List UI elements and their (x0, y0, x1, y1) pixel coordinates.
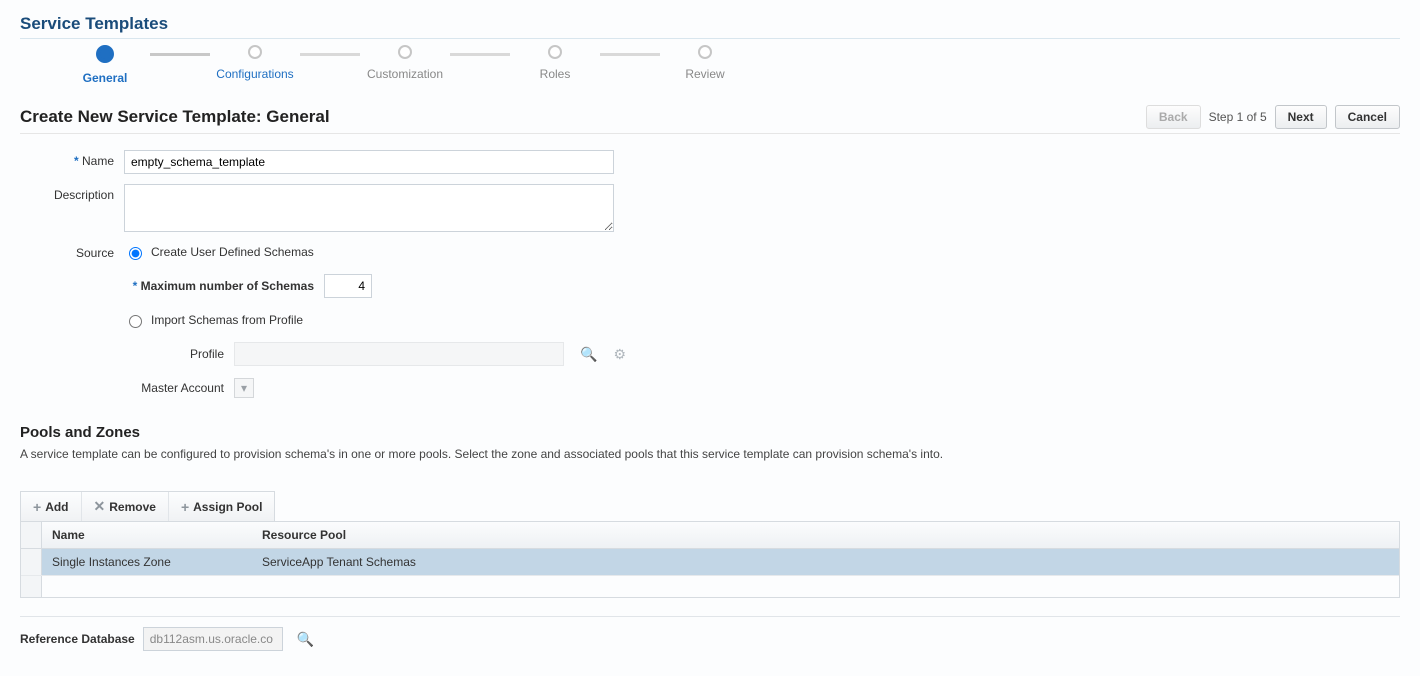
step-configurations[interactable]: Configurations (210, 45, 300, 81)
name-input[interactable] (124, 150, 614, 174)
rowhead-cell (21, 576, 42, 597)
remove-label: Remove (109, 500, 156, 514)
step-track (600, 53, 660, 56)
source-create-radio[interactable] (129, 247, 142, 260)
step-customization: Customization (360, 45, 450, 81)
description-input[interactable] (124, 184, 614, 232)
source-import-label: Import Schemas from Profile (151, 313, 303, 327)
step-dot-icon (248, 45, 262, 59)
assign-pool-button[interactable]: + Assign Pool (169, 492, 275, 521)
next-button[interactable]: Next (1275, 105, 1327, 129)
search-icon[interactable]: 🔍 (580, 346, 597, 363)
page-title: Service Templates (20, 14, 1400, 34)
step-label: Review (685, 67, 724, 81)
profile-label: Profile (124, 347, 224, 361)
cell-name: Single Instances Zone (42, 549, 252, 575)
description-label: Description (50, 184, 124, 202)
empty-cell (42, 576, 62, 597)
name-label: Name (50, 150, 124, 168)
source-label: Source (50, 242, 124, 260)
step-review: Review (660, 45, 750, 81)
pools-toolbar: + Add ✕ Remove + Assign Pool (20, 491, 275, 521)
rowhead-col (21, 522, 42, 548)
wizard-stepper: General Configurations Customization Rol… (60, 45, 1400, 85)
step-dot-icon (398, 45, 412, 59)
step-label: Configurations (216, 67, 293, 81)
step-dot-icon (96, 45, 114, 63)
remove-button[interactable]: ✕ Remove (82, 492, 169, 521)
pools-grid: Name Resource Pool Single Instances Zone… (20, 521, 1400, 598)
add-label: Add (45, 500, 68, 514)
reference-db-input (143, 627, 283, 651)
step-general[interactable]: General (60, 45, 150, 85)
assign-label: Assign Pool (193, 500, 262, 514)
step-label: Roles (540, 67, 571, 81)
step-roles: Roles (510, 45, 600, 81)
search-icon[interactable]: 🔍 (297, 631, 314, 648)
back-button: Back (1146, 105, 1201, 129)
step-dot-icon (698, 45, 712, 59)
step-track (450, 53, 510, 56)
rowhead-cell (21, 549, 42, 575)
table-empty-row (21, 575, 1399, 597)
source-import-radio[interactable] (129, 315, 142, 328)
chevron-down-icon: ▾ (241, 381, 247, 395)
table-row[interactable]: Single Instances Zone ServiceApp Tenant … (21, 549, 1399, 575)
step-label: Customization (367, 67, 443, 81)
unlink-icon[interactable]: ⚙ (613, 346, 626, 363)
source-create-label: Create User Defined Schemas (151, 245, 314, 259)
plus-icon: + (33, 499, 41, 515)
master-account-label: Master Account (124, 381, 224, 395)
plus-icon: + (181, 499, 189, 515)
cell-pool: ServiceApp Tenant Schemas (252, 549, 1399, 575)
pools-zones-help: A service template can be configured to … (20, 447, 1400, 461)
x-icon: ✕ (94, 498, 106, 515)
step-dot-icon (548, 45, 562, 59)
reference-db-label: Reference Database (20, 632, 135, 646)
section-title: Create New Service Template: General (20, 107, 330, 127)
section-rule (20, 616, 1400, 617)
step-label: General (83, 71, 128, 85)
master-account-dropdown: ▾ (234, 378, 254, 398)
step-indicator: Step 1 of 5 (1209, 110, 1267, 124)
col-pool-header[interactable]: Resource Pool (252, 522, 1399, 548)
col-name-header[interactable]: Name (42, 522, 252, 548)
max-schemas-input[interactable] (324, 274, 372, 298)
pools-zones-title: Pools and Zones (20, 424, 1400, 441)
cancel-button[interactable]: Cancel (1335, 105, 1400, 129)
max-schemas-label: Maximum number of Schemas (124, 279, 314, 293)
step-track (150, 53, 210, 56)
title-rule (20, 38, 1400, 39)
profile-input (234, 342, 564, 366)
add-button[interactable]: + Add (21, 492, 82, 521)
step-track (300, 53, 360, 56)
